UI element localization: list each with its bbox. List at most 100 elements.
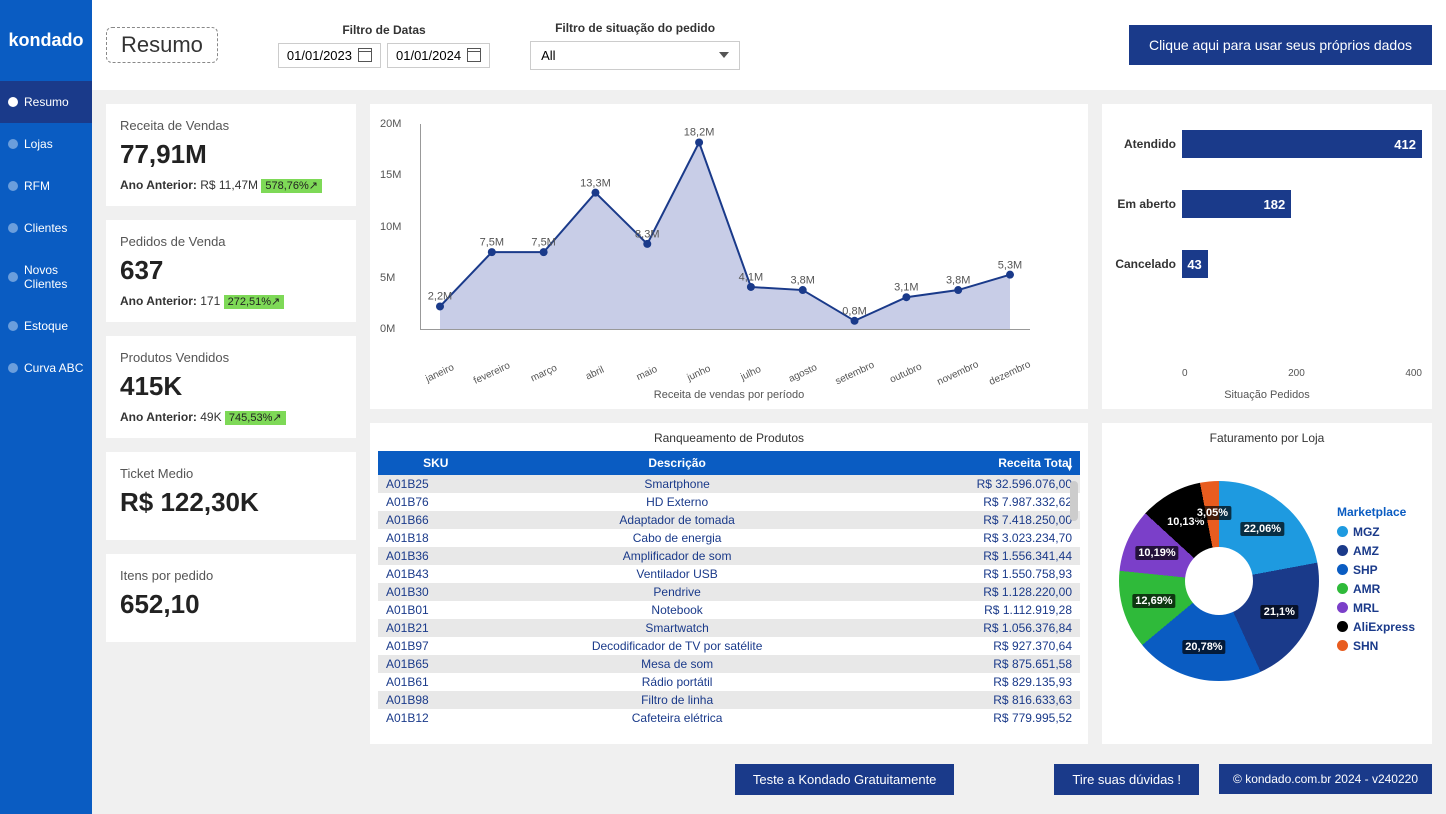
table-row[interactable]: A01B61Rádio portátilR$ 829.135,93 [378, 673, 1080, 691]
status-select[interactable]: All [530, 41, 740, 70]
table-row[interactable]: A01B43Ventilador USBR$ 1.550.758,93 [378, 565, 1080, 583]
nav-dot-icon [8, 181, 18, 191]
sidebar-item-clientes[interactable]: Clientes [0, 207, 92, 249]
table-cell: A01B36 [378, 547, 494, 565]
table-title: Ranqueamento de Produtos [378, 431, 1080, 445]
table-cell: Smartphone [494, 475, 861, 493]
table-row[interactable]: A01B30PendriveR$ 1.128.220,00 [378, 583, 1080, 601]
table-row[interactable]: A01B76HD ExternoR$ 7.987.332,62 [378, 493, 1080, 511]
table-cell: Smartwatch [494, 619, 861, 637]
status-bar-chart[interactable]: Atendido412Em aberto182Cancelado43 02004… [1102, 104, 1432, 409]
sidebar-item-novos-clientes[interactable]: Novos Clientes [0, 249, 92, 305]
table-header[interactable]: Descrição [494, 451, 861, 475]
table-header[interactable]: Receita Total▼ [861, 451, 1080, 475]
table-row[interactable]: A01B01NotebookR$ 1.112.919,28 [378, 601, 1080, 619]
table-cell: A01B01 [378, 601, 494, 619]
table-cell: Notebook [494, 601, 861, 619]
legend-item[interactable]: AMR [1337, 582, 1415, 596]
legend-item[interactable]: MGZ [1337, 525, 1415, 539]
table-cell: Pendrive [494, 583, 861, 601]
chart-title: Situação Pedidos [1102, 389, 1432, 401]
table-cell: A01B30 [378, 583, 494, 601]
chart-title: Faturamento por Loja [1110, 431, 1424, 445]
nav-dot-icon [8, 272, 18, 282]
kpi-prev: Ano Anterior: 49K 745,53%↗ [120, 410, 342, 424]
sidebar-item-label: RFM [24, 179, 50, 193]
sidebar-item-curva-abc[interactable]: Curva ABC [0, 347, 92, 389]
kpi-value: 77,91M [120, 139, 342, 170]
nav-dot-icon [8, 363, 18, 373]
table-cell: Filtro de linha [494, 691, 861, 709]
sidebar-item-lojas[interactable]: Lojas [0, 123, 92, 165]
status-filter: Filtro de situação do pedido All [530, 21, 740, 70]
legend-item[interactable]: AliExpress [1337, 620, 1415, 634]
table-row[interactable]: A01B18Cabo de energiaR$ 3.023.234,70 [378, 529, 1080, 547]
sidebar-item-label: Clientes [24, 221, 67, 235]
table-row[interactable]: A01B66Adaptador de tomadaR$ 7.418.250,00 [378, 511, 1080, 529]
sidebar-item-label: Resumo [24, 95, 69, 109]
table-cell: A01B98 [378, 691, 494, 709]
scrollbar[interactable] [1070, 481, 1078, 521]
nav-dot-icon [8, 321, 18, 331]
kpi-card: Itens por pedido652,10 [106, 554, 356, 642]
help-button[interactable]: Tire suas dúvidas ! [1054, 764, 1199, 795]
table-header[interactable]: SKU [378, 451, 494, 475]
calendar-icon [358, 48, 372, 62]
kpi-label: Pedidos de Venda [120, 234, 342, 249]
table-row[interactable]: A01B36Amplificador de somR$ 1.556.341,44 [378, 547, 1080, 565]
status-category: Cancelado [1112, 257, 1182, 271]
product-ranking-table: Ranqueamento de Produtos SKUDescriçãoRec… [370, 423, 1088, 744]
table-cell: R$ 7.418.250,00 [861, 511, 1080, 529]
sidebar-item-rfm[interactable]: RFM [0, 165, 92, 207]
legend-item[interactable]: SHN [1337, 639, 1415, 653]
status-category: Atendido [1112, 137, 1182, 151]
revenue-line-chart[interactable]: 0M5M10M15M20M2,2Mjaneiro7,5Mfevereiro7,5… [370, 104, 1088, 409]
legend-item[interactable]: SHP [1337, 563, 1415, 577]
kpi-label: Ticket Medio [120, 466, 342, 481]
table-cell: R$ 1.112.919,28 [861, 601, 1080, 619]
table-cell: R$ 1.056.376,84 [861, 619, 1080, 637]
status-bar: 43 [1182, 250, 1208, 278]
sidebar-item-label: Curva ABC [24, 361, 83, 375]
table-row[interactable]: A01B21SmartwatchR$ 1.056.376,84 [378, 619, 1080, 637]
sidebar-item-estoque[interactable]: Estoque [0, 305, 92, 347]
store-pie-chart[interactable]: Faturamento por Loja 22,06%21,1%20,78%12… [1102, 423, 1432, 744]
kpi-value: 652,10 [120, 589, 342, 620]
table-row[interactable]: A01B65Mesa de somR$ 875.651,58 [378, 655, 1080, 673]
table-cell: Decodificador de TV por satélite [494, 637, 861, 655]
table-cell: R$ 829.135,93 [861, 673, 1080, 691]
trial-button[interactable]: Teste a Kondado Gratuitamente [735, 764, 955, 795]
status-bar: 412 [1182, 130, 1422, 158]
table-cell: A01B25 [378, 475, 494, 493]
table-cell: A01B66 [378, 511, 494, 529]
table-cell: HD Externo [494, 493, 861, 511]
table-row[interactable]: A01B97Decodificador de TV por satéliteR$… [378, 637, 1080, 655]
cta-button[interactable]: Clique aqui para usar seus próprios dado… [1129, 25, 1432, 65]
table-cell: R$ 927.370,64 [861, 637, 1080, 655]
nav-dot-icon [8, 139, 18, 149]
table-cell: A01B43 [378, 565, 494, 583]
kpi-card: Pedidos de Venda637Ano Anterior: 171 272… [106, 220, 356, 322]
legend-item[interactable]: MRL [1337, 601, 1415, 615]
kpi-label: Produtos Vendidos [120, 350, 342, 365]
table-row[interactable]: A01B12Cafeteira elétricaR$ 779.995,52 [378, 709, 1080, 727]
table-cell: Amplificador de som [494, 547, 861, 565]
chart-title: Receita de vendas por período [370, 389, 1088, 401]
table-row[interactable]: A01B98Filtro de linhaR$ 816.633,63 [378, 691, 1080, 709]
table-cell: A01B12 [378, 709, 494, 727]
table-cell: R$ 1.556.341,44 [861, 547, 1080, 565]
date-from-input[interactable]: 01/01/2023 [278, 43, 381, 68]
kpi-prev: Ano Anterior: 171 272,51%↗ [120, 294, 342, 308]
sidebar-item-label: Estoque [24, 319, 68, 333]
table-cell: Cafeteira elétrica [494, 709, 861, 727]
table-cell: R$ 1.128.220,00 [861, 583, 1080, 601]
table-row[interactable]: A01B25SmartphoneR$ 32.596.076,00 [378, 475, 1080, 493]
table-cell: Ventilador USB [494, 565, 861, 583]
table-cell: R$ 779.995,52 [861, 709, 1080, 727]
date-to-input[interactable]: 01/01/2024 [387, 43, 490, 68]
table-cell: A01B21 [378, 619, 494, 637]
legend-item[interactable]: AMZ [1337, 544, 1415, 558]
kpi-card: Produtos Vendidos415KAno Anterior: 49K 7… [106, 336, 356, 438]
status-bar: 182 [1182, 190, 1291, 218]
sidebar-item-resumo[interactable]: Resumo [0, 81, 92, 123]
